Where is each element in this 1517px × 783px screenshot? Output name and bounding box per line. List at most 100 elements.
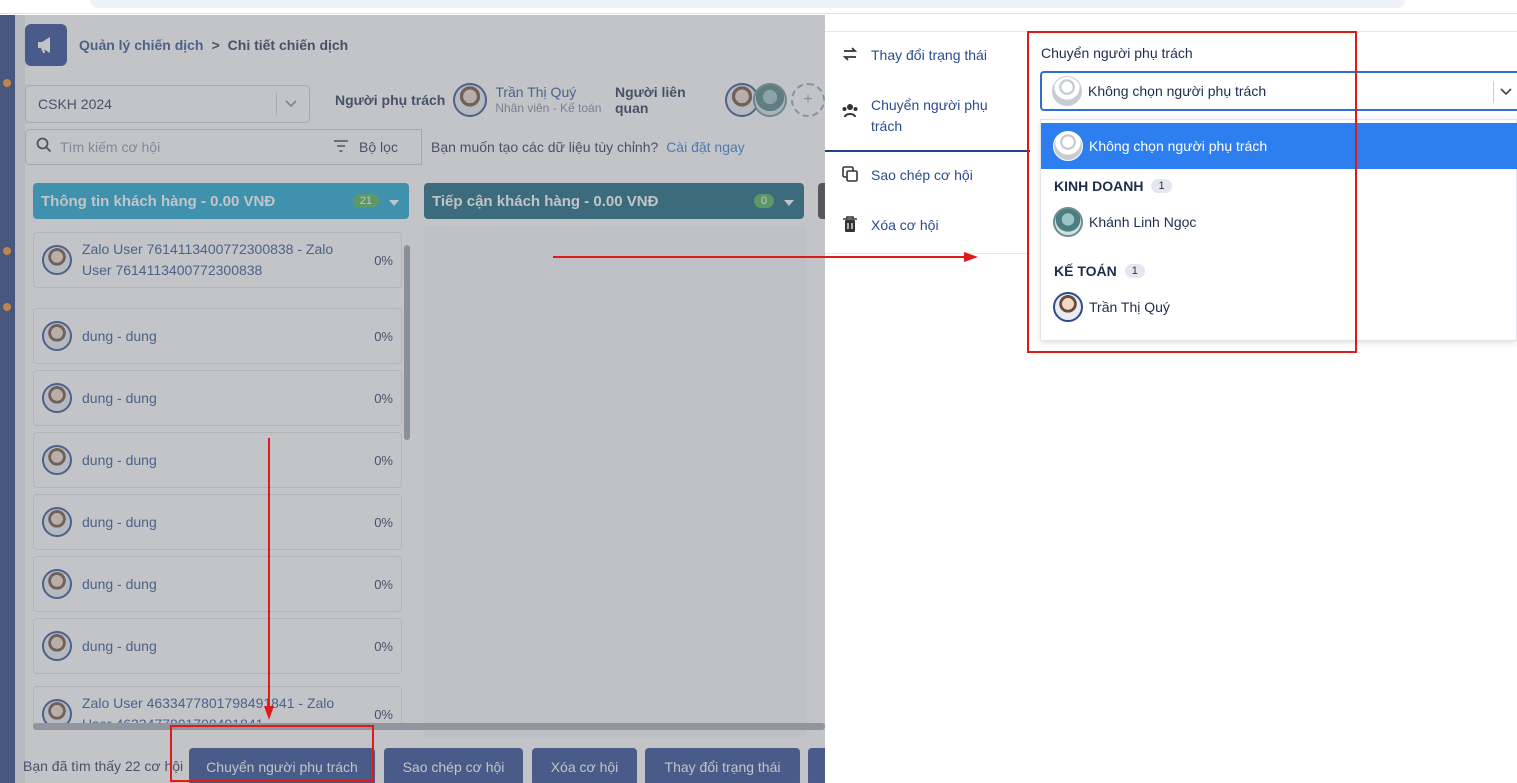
column-title: Tiếp cận khách hàng - 0.00 VNĐ	[432, 192, 659, 210]
search-placeholder: Tìm kiếm cơ hội	[60, 139, 161, 155]
campaign-select-value: CSKH 2024	[38, 96, 112, 112]
column-header-customer-info: Thông tin khách hàng - 0.00 VNĐ 21	[33, 183, 409, 219]
annotation-arrow-head	[264, 706, 274, 720]
campaign-board: Quản lý chiến dịch > Chi tiết chiến dịch…	[0, 15, 825, 783]
card-percent: 0%	[374, 706, 393, 722]
column-body-customer-info: Zalo User 7614113400772300838 - Zalo Use…	[28, 227, 412, 727]
megaphone-icon	[25, 24, 67, 66]
related-avatar[interactable]	[753, 83, 787, 117]
card-title: dung - dung	[82, 451, 157, 468]
copy-icon	[839, 165, 861, 191]
opportunity-card[interactable]: dung - dung 0%	[33, 556, 402, 612]
campaign-select[interactable]: CSKH 2024	[25, 85, 310, 123]
filter-label: Bộ lọc	[359, 139, 398, 155]
users-icon	[839, 95, 861, 129]
nav-gap	[15, 15, 25, 783]
search-icon	[36, 137, 52, 158]
column-count-badge: 21	[352, 194, 379, 208]
card-avatar	[42, 569, 72, 599]
card-title: dung - dung	[82, 575, 157, 592]
opportunity-card[interactable]: Zalo User 4633477801798491841 - Zalo Use…	[33, 686, 402, 727]
related-block: Người liên quan +	[615, 83, 825, 117]
add-related-button[interactable]: +	[791, 83, 825, 117]
card-percent: 0%	[374, 252, 393, 268]
menu-item-delete[interactable]: Xóa cơ hội	[825, 215, 1030, 241]
card-title: dung - dung	[82, 327, 157, 344]
address-bar[interactable]	[90, 0, 1405, 8]
card-title: dung - dung	[82, 637, 157, 654]
delete-opportunity-button[interactable]: Xóa cơ hội	[532, 748, 637, 783]
column-count-badge: 0	[753, 194, 774, 208]
filter-icon	[333, 139, 349, 155]
card-avatar	[42, 383, 72, 413]
caret-down-icon[interactable]	[389, 193, 399, 210]
breadcrumb: Quản lý chiến dịch > Chi tiết chiến dịch	[79, 37, 348, 53]
menu-item-assign-owner[interactable]: Chuyển người phụ trách	[825, 95, 1015, 137]
opportunity-card[interactable]: dung - dung 0%	[33, 494, 402, 550]
custom-note-text: Bạn muốn tạo các dữ liệu tùy chỉnh?	[431, 139, 659, 155]
menu-item-label: Chuyển người phụ trách	[871, 97, 988, 134]
trash-icon	[839, 215, 861, 241]
breadcrumb-separator: >	[211, 37, 220, 53]
setup-now-link[interactable]: Cài đặt ngay	[666, 139, 745, 155]
card-title: Zalo User 4633477801798491841 - Zalo Use…	[82, 695, 335, 727]
card-percent: 0%	[374, 328, 393, 344]
related-label: Người liên quan	[615, 84, 686, 116]
found-count-text: Bạn đã tìm thấy 22 cơ hội	[23, 758, 184, 774]
annotation-box-button	[170, 725, 374, 782]
change-status-button[interactable]: Thay đổi trạng thái	[645, 748, 800, 783]
card-title: dung - dung	[82, 389, 157, 406]
search-input[interactable]: Tìm kiếm cơ hội	[25, 129, 311, 165]
custom-data-note: Bạn muốn tạo các dữ liệu tùy chỉnh? Cài …	[431, 139, 745, 155]
column-body-approach	[424, 227, 806, 737]
horizontal-scrollbar[interactable]	[33, 723, 825, 730]
column-header-next	[818, 183, 825, 219]
annotation-arrow-head	[964, 252, 978, 262]
filter-button[interactable]: Bộ lọc	[310, 129, 422, 165]
breadcrumb-parent[interactable]: Quản lý chiến dịch	[79, 37, 203, 53]
owner-block: Người phụ trách Trần Thị Quý Nhân viên -…	[335, 83, 601, 117]
card-percent: 0%	[374, 390, 393, 406]
opportunity-card[interactable]: Zalo User 7614113400772300838 - Zalo Use…	[33, 232, 402, 288]
owner-role: Nhân viên - Kế toán	[495, 101, 602, 116]
menu-item-label: Xóa cơ hội	[871, 217, 939, 233]
nav-dot	[3, 79, 11, 87]
card-title: Zalo User 7614113400772300838 - Zalo Use…	[82, 241, 334, 278]
annotation-arrow-line	[553, 256, 965, 258]
breadcrumb-current: Chi tiết chiến dịch	[227, 37, 349, 53]
owner-name: Trần Thị Quý	[495, 84, 577, 101]
nav-rail	[0, 15, 15, 783]
vertical-scrollbar[interactable]	[404, 245, 410, 440]
card-avatar	[42, 321, 72, 351]
card-avatar	[42, 507, 72, 537]
column-header-approach: Tiếp cận khách hàng - 0.00 VNĐ 0	[424, 183, 804, 219]
menu-divider	[825, 253, 1030, 254]
swap-arrows-icon	[839, 45, 861, 71]
chevron-down-icon	[276, 93, 297, 115]
menu-item-copy[interactable]: Sao chép cơ hội	[825, 165, 1030, 191]
card-title: dung - dung	[82, 513, 157, 530]
nav-dot	[3, 303, 11, 311]
opportunity-card[interactable]: dung - dung 0%	[33, 432, 402, 488]
menu-active-indicator	[825, 150, 1030, 152]
menu-item-label: Thay đổi trạng thái	[871, 47, 987, 63]
card-avatar	[42, 631, 72, 661]
owner-label: Người phụ trách	[335, 92, 446, 108]
copy-opportunity-button[interactable]: Sao chép cơ hội	[384, 748, 523, 783]
card-percent: 0%	[374, 638, 393, 654]
chevron-down-icon[interactable]	[1493, 81, 1517, 103]
opportunity-card[interactable]: dung - dung 0%	[33, 370, 402, 426]
owner-avatar[interactable]	[453, 83, 488, 117]
menu-item-label: Sao chép cơ hội	[871, 167, 973, 183]
menu-item-change-status[interactable]: Thay đổi trạng thái	[825, 45, 1030, 71]
card-avatar	[42, 245, 72, 275]
owner-info: Trần Thị Quý Nhân viên - Kế toán	[495, 84, 601, 115]
opportunity-card[interactable]: dung - dung 0%	[33, 618, 402, 674]
column-title: Thông tin khách hàng - 0.00 VNĐ	[41, 192, 276, 210]
card-avatar	[42, 445, 72, 475]
caret-down-icon[interactable]	[784, 193, 794, 210]
annotation-box-dropdown	[1027, 31, 1357, 353]
opportunity-card[interactable]: dung - dung 0%	[33, 308, 402, 364]
nav-dot	[3, 247, 11, 255]
card-percent: 0%	[374, 452, 393, 468]
